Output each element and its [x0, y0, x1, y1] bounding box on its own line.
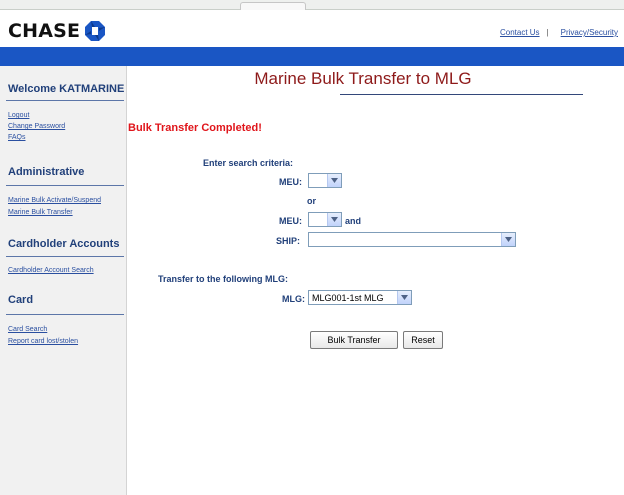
card-heading: Card — [8, 294, 34, 306]
logo-text: CHASE — [8, 20, 81, 42]
mlg-label: MLG: — [282, 294, 305, 304]
dropdown-arrow-icon[interactable] — [397, 291, 411, 304]
sidebar-divider — [6, 256, 124, 257]
top-links: Contact Us | Privacy/Security — [500, 28, 618, 37]
sidebar: Welcome KATMARINE Logout Change Password… — [0, 66, 127, 495]
page-title: Marine Bulk Transfer to MLG — [254, 69, 472, 88]
meu2-select[interactable] — [308, 212, 342, 227]
or-text: or — [307, 196, 316, 206]
meu-label: MEU: — [279, 177, 302, 187]
and-text: and — [345, 216, 362, 226]
sidebar-divider — [6, 100, 124, 101]
search-criteria-label: Enter search criteria: — [203, 158, 294, 168]
transfer-label: Transfer to the following MLG: — [158, 274, 288, 284]
sidebar-link-logout[interactable]: Logout — [8, 112, 29, 119]
site-header: CHASE Contact Us | Privacy/Security — [0, 10, 624, 47]
sidebar-link-report-card-lost-stolen[interactable]: Report card lost/stolen — [8, 338, 78, 345]
meu-select[interactable] — [308, 173, 342, 188]
link-separator: | — [546, 28, 549, 37]
browser-tab-strip — [0, 0, 624, 10]
sidebar-divider — [6, 185, 124, 186]
ship-label: SHIP: — [276, 236, 301, 246]
brand-bar — [0, 47, 624, 66]
sidebar-link-marine-bulk-transfer[interactable]: Marine Bulk Transfer — [8, 209, 73, 216]
dropdown-arrow-icon[interactable] — [327, 174, 341, 187]
contact-us-link[interactable]: Contact Us — [500, 28, 540, 37]
dropdown-arrow-icon[interactable] — [327, 213, 341, 226]
chase-logo[interactable]: CHASE — [8, 20, 106, 42]
administrative-heading: Administrative — [8, 166, 85, 178]
ship-select[interactable] — [308, 232, 516, 247]
sidebar-link-marine-bulk-activate-suspend[interactable]: Marine Bulk Activate/Suspend — [8, 197, 101, 204]
chase-octagon-logo-icon — [85, 21, 106, 41]
reset-button[interactable]: Reset — [403, 331, 443, 349]
sidebar-link-card-search[interactable]: Card Search — [8, 326, 47, 333]
meu2-label: MEU: — [279, 216, 302, 226]
status-message: Bulk Transfer Completed! — [128, 122, 262, 134]
privacy-security-link[interactable]: Privacy/Security — [561, 28, 618, 37]
sidebar-link-faqs[interactable]: FAQs — [8, 134, 26, 141]
welcome-heading: Welcome KATMARINE — [8, 83, 125, 95]
mlg-select[interactable]: MLG001-1st MLG — [308, 290, 412, 305]
sidebar-link-cardholder-account-search[interactable]: Cardholder Account Search — [8, 267, 94, 274]
dropdown-arrow-icon[interactable] — [501, 233, 515, 246]
bulk-transfer-button[interactable]: Bulk Transfer — [310, 331, 398, 349]
mlg-select-value: MLG001-1st MLG — [312, 292, 384, 303]
cardholder-accounts-heading: Cardholder Accounts — [8, 238, 120, 250]
sidebar-link-change-password[interactable]: Change Password — [8, 123, 65, 130]
title-underline — [340, 94, 583, 95]
browser-tab[interactable] — [240, 2, 306, 10]
sidebar-divider — [6, 314, 124, 315]
